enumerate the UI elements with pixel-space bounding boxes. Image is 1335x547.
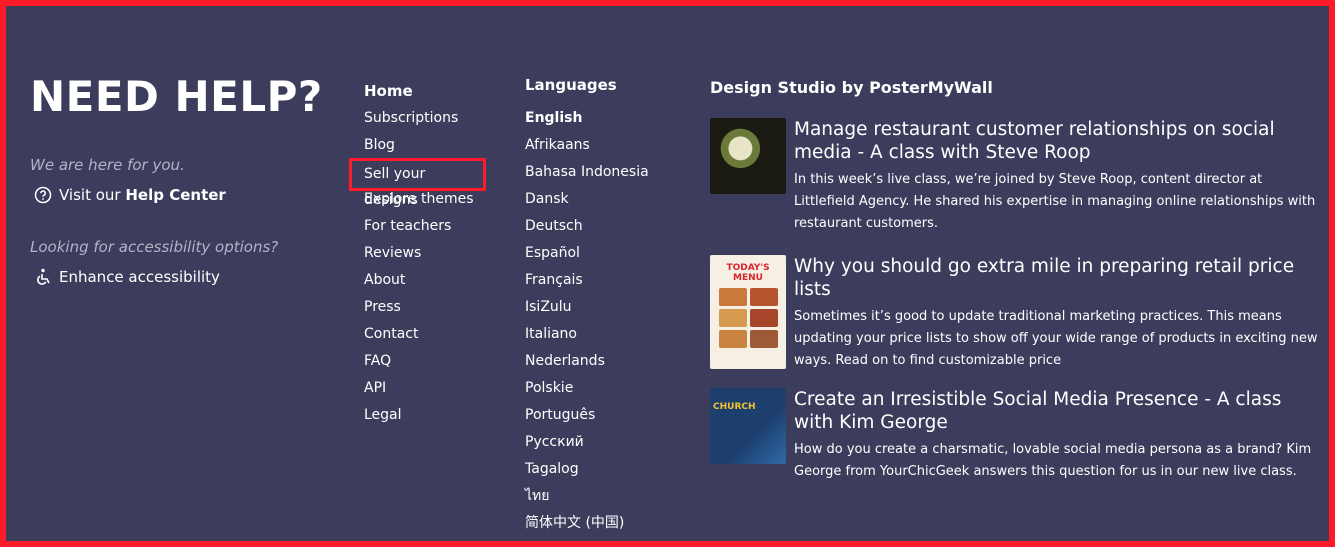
nav-for-teachers[interactable]: For teachers xyxy=(364,217,486,244)
nav-legal[interactable]: Legal xyxy=(364,406,486,433)
visit-prefix: Visit our xyxy=(59,186,121,204)
nav-press[interactable]: Press xyxy=(364,298,486,325)
post-title[interactable]: Why you should go extra mile in preparin… xyxy=(794,255,1320,301)
church-poster-thumbnail[interactable]: CHURCH xyxy=(710,388,786,464)
enhance-accessibility-link[interactable]: Enhance accessibility xyxy=(34,268,220,286)
menu-poster-label: TODAY'S MENU xyxy=(726,263,770,283)
nav-about[interactable]: About xyxy=(364,271,486,298)
accessibility-icon xyxy=(34,268,52,286)
help-subtitle: We are here for you. xyxy=(30,156,185,174)
post-title[interactable]: Manage restaurant customer relationships… xyxy=(794,118,1320,164)
nav-api[interactable]: API xyxy=(364,379,486,406)
nav-reviews[interactable]: Reviews xyxy=(364,244,486,271)
nav-home[interactable]: Home xyxy=(364,82,486,109)
lang-chinese-simplified[interactable]: 简体中文 (中国) xyxy=(525,514,649,541)
post-description: How do you create a charsmatic, lovable … xyxy=(794,442,1312,479)
lang-english[interactable]: English xyxy=(525,109,649,136)
accessibility-subtitle: Looking for accessibility options? xyxy=(30,238,279,256)
languages-list: Languages English Afrikaans Bahasa Indon… xyxy=(525,76,649,541)
nav-sell-your-designs[interactable]: Sell your designs xyxy=(349,158,486,208)
help-center-link[interactable]: Visit our Help Center xyxy=(34,186,226,204)
lang-nederlands[interactable]: Nederlands xyxy=(525,352,649,379)
nav-subscriptions[interactable]: Subscriptions xyxy=(364,109,486,136)
church-poster-label: CHURCH xyxy=(713,402,756,412)
footer-nav: Home Subscriptions Blog Sell your design… xyxy=(349,82,486,433)
lang-francais[interactable]: Français xyxy=(525,271,649,298)
lang-italiano[interactable]: Italiano xyxy=(525,325,649,352)
languages-title: Languages xyxy=(525,76,617,94)
nav-contact[interactable]: Contact xyxy=(364,325,486,352)
lang-deutsch[interactable]: Deutsch xyxy=(525,217,649,244)
blog-post[interactable]: Manage restaurant customer relationships… xyxy=(710,118,1320,255)
nav-faq[interactable]: FAQ xyxy=(364,352,486,379)
help-center-label: Help Center xyxy=(125,186,226,204)
lang-russian[interactable]: Русский xyxy=(525,433,649,460)
lang-bahasa-indonesia[interactable]: Bahasa Indonesia xyxy=(525,163,649,190)
food-plate-thumbnail[interactable] xyxy=(710,118,786,194)
design-studio-title: Design Studio by PosterMyWall xyxy=(710,78,993,97)
post-description: Sometimes it’s good to update traditiona… xyxy=(794,309,1318,368)
post-title[interactable]: Create an Irresistible Social Media Pres… xyxy=(794,388,1320,434)
lang-dansk[interactable]: Dansk xyxy=(525,190,649,217)
need-help-title: NEED HELP? xyxy=(30,72,323,121)
question-circle-icon xyxy=(34,186,52,204)
blog-post[interactable]: TODAY'S MENU Why you should go extra mil… xyxy=(710,255,1320,388)
post-description: In this week’s live class, we’re joined … xyxy=(794,172,1316,231)
lang-afrikaans[interactable]: Afrikaans xyxy=(525,136,649,163)
blog-post[interactable]: CHURCH Create an Irresistible Social Med… xyxy=(710,388,1320,483)
lang-isizulu[interactable]: IsiZulu xyxy=(525,298,649,325)
enhance-accessibility-label: Enhance accessibility xyxy=(59,268,220,286)
design-studio-section: Design Studio by PosterMyWall Manage res… xyxy=(710,78,1320,483)
lang-tagalog[interactable]: Tagalog xyxy=(525,460,649,487)
lang-portugues[interactable]: Português xyxy=(525,406,649,433)
lang-thai[interactable]: ไทย xyxy=(525,487,649,514)
menu-poster-thumbnail[interactable]: TODAY'S MENU xyxy=(710,255,786,369)
lang-polskie[interactable]: Polskie xyxy=(525,379,649,406)
lang-espanol[interactable]: Español xyxy=(525,244,649,271)
menu-grid-icon xyxy=(718,288,778,348)
